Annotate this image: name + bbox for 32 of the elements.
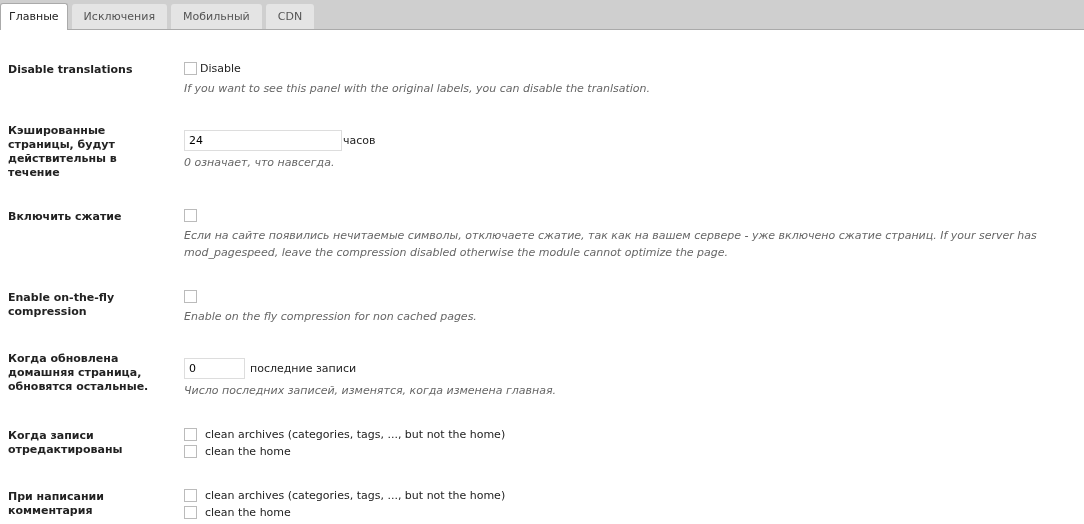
tab[interactable]: Исключения [71, 4, 168, 29]
checkbox[interactable] [184, 445, 197, 458]
description: 0 означает, что навсегда. [184, 155, 336, 171]
checkbox[interactable] [184, 62, 197, 75]
description: If you want to see this panel with the original labels, you can disable the tranlsation. [184, 81, 652, 97]
setting-label: Включить сжатие [8, 209, 123, 225]
checkbox-label: clean the home [205, 506, 291, 519]
tab[interactable]: CDN [265, 4, 315, 29]
checkbox-label: clean archives (categories, tags, ..., but not the home) [205, 428, 506, 441]
description: Если на сайте появились нечитаемые символы, отключаете сжатие, так как на вашем сервере - уже включено сжатие страниц. If your server has mod_pagespeed, leave the compression disabled otherwise the module cannot optimize the page. [184, 228, 1038, 261]
setting-label: Enable on-the-fly compression [8, 290, 116, 320]
setting-label: Кэшированные страницы, будут действительны в течение [8, 124, 118, 180]
description: Enable on the fly compression for non cached pages. [184, 309, 478, 325]
tab[interactable]: Мобильный [171, 4, 262, 29]
unit-label: часов [343, 134, 376, 147]
setting-label: Когда записи отредактированы [8, 428, 124, 458]
checkbox[interactable] [184, 209, 197, 222]
checkbox[interactable] [184, 428, 197, 441]
description: Число последних записей, изменятся, когда изменена главная. [184, 383, 558, 399]
setting-label: Когда обновлена домашняя страница, обновятся остальные. [8, 352, 150, 395]
checkbox-label: Disable [200, 62, 241, 75]
checkbox-label: clean the home [205, 445, 291, 458]
unit-label: последние записи [250, 362, 357, 375]
number-field[interactable]: 24 [184, 130, 342, 151]
tab[interactable]: Главные [0, 3, 68, 30]
checkbox[interactable] [184, 290, 197, 303]
checkbox[interactable] [184, 506, 197, 519]
setting-label: При написании комментария [8, 489, 105, 519]
checkbox[interactable] [184, 489, 197, 502]
checkbox-label: clean archives (categories, tags, ..., but not the home) [205, 489, 506, 502]
number-field[interactable]: 0 [184, 358, 245, 379]
setting-label: Disable translations [8, 62, 134, 78]
